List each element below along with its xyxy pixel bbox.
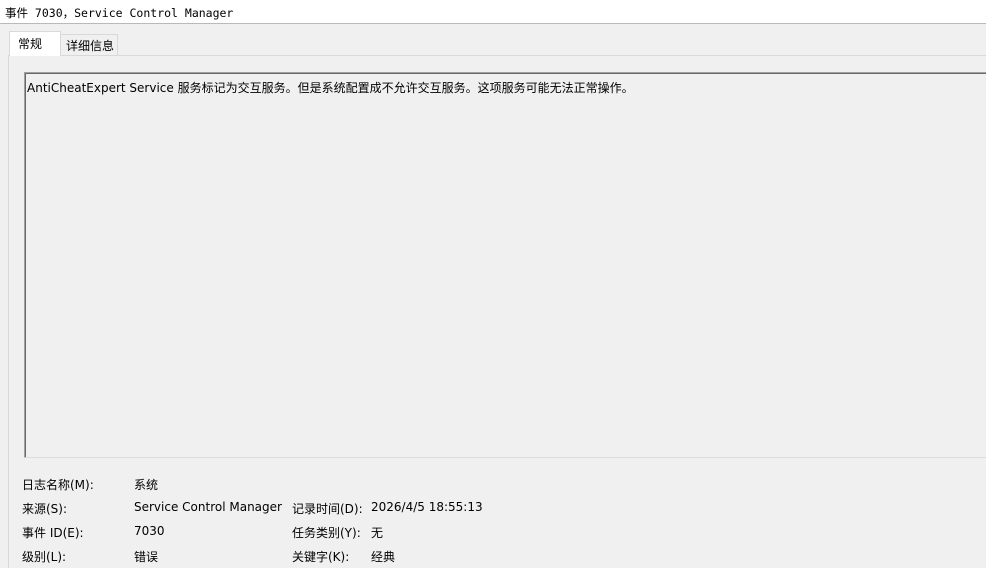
tab-general[interactable]: 常规 xyxy=(9,31,61,56)
task-category-label: 任务类别(Y): xyxy=(292,526,361,540)
keywords-value[interactable]: 经典 xyxy=(371,548,395,565)
log-name-label: 日志名称(M): xyxy=(22,478,94,492)
event-description-text: AntiCheatExpert Service 服务标记为交互服务。但是系统配置… xyxy=(27,81,634,95)
source-value[interactable]: Service Control Manager xyxy=(134,500,282,514)
log-name-value[interactable]: 系统 xyxy=(134,476,158,493)
level-label: 级别(L): xyxy=(22,550,67,564)
title-bar: 事件 7030，Service Control Manager xyxy=(0,0,986,24)
event-description-box[interactable]: AntiCheatExpert Service 服务标记为交互服务。但是系统配置… xyxy=(24,72,986,458)
logged-label: 记录时间(D): xyxy=(292,502,363,516)
source-label: 来源(S): xyxy=(22,502,68,516)
task-category-value[interactable]: 无 xyxy=(371,524,383,541)
tab-details[interactable]: 详细信息 xyxy=(60,34,118,55)
event-properties-window: 事件 7030，Service Control Manager 详细信息 常规 … xyxy=(0,0,986,568)
logged-value[interactable]: 2026/4/5 18:55:13 xyxy=(371,500,483,514)
event-description-frame xyxy=(25,73,986,457)
window-title: 事件 7030，Service Control Manager xyxy=(5,6,234,20)
event-id-label: 事件 ID(E): xyxy=(22,526,84,540)
level-value[interactable]: 错误 xyxy=(134,548,158,565)
event-id-value[interactable]: 7030 xyxy=(134,524,165,538)
keywords-label: 关键字(K): xyxy=(292,550,350,564)
